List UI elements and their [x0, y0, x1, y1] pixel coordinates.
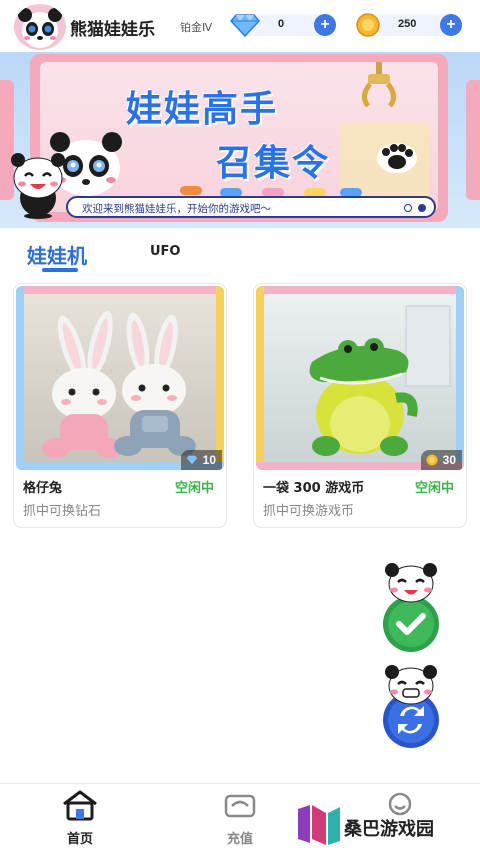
- ticker-text: 欢迎来到熊猫娃娃乐，开始你的游戏吧～: [82, 203, 271, 215]
- machine-subtitle: 抓中可换钻石: [23, 504, 102, 519]
- machine-name: 格仔兔: [23, 481, 63, 496]
- coin-balance: 250 +: [356, 13, 462, 37]
- diamond-balance: 0 +: [230, 14, 336, 37]
- price-tag: 30: [420, 450, 462, 470]
- banner-title-line1: 娃娃高手: [126, 89, 279, 130]
- panda-avatar-icon: [18, 8, 62, 48]
- avatar[interactable]: [14, 4, 66, 50]
- carousel-dot[interactable]: [404, 204, 412, 212]
- paw-icon: [377, 143, 417, 173]
- tab-doll-machine[interactable]: 娃娃机: [27, 240, 87, 269]
- coin-icon: [356, 13, 380, 37]
- checkin-float-button[interactable]: [378, 562, 444, 652]
- crocodile-plush-image: [256, 286, 464, 470]
- claw-icon: [362, 62, 396, 108]
- sangba-logo-icon: [298, 805, 340, 845]
- machine-card[interactable]: 30 一袋 300 游戏币 空闲中 抓中可换游戏币: [254, 284, 466, 527]
- panda-sticker-icon: [11, 153, 65, 219]
- panda-exchange-icon: [383, 665, 439, 748]
- machine-name: 一袋 300 游戏币: [263, 481, 365, 496]
- carousel-dot-active[interactable]: [418, 204, 426, 212]
- machine-card[interactable]: 10 格仔兔 空闲中 抓中可换钻石: [14, 284, 226, 527]
- promo-banner[interactable]: 娃娃高手 召集令 欢迎来到熊猫娃娃乐，开始你的游戏吧～: [0, 52, 480, 228]
- machine-image: 10: [16, 286, 224, 470]
- add-diamond-button[interactable]: +: [314, 14, 336, 36]
- bunny-plush-image: [16, 286, 224, 470]
- machine-status: 空闲中: [174, 481, 214, 496]
- exchange-float-button[interactable]: [378, 664, 444, 754]
- top-bar: 熊猫娃娃乐 铂金Ⅳ 0 + 250 +: [0, 0, 480, 54]
- price-value: 10: [202, 453, 216, 467]
- machine-status: 空闲中: [414, 481, 454, 496]
- banner-title-line2: 召集令: [216, 143, 331, 184]
- tab-ufo[interactable]: UFO: [150, 244, 181, 259]
- wallet-icon: [224, 794, 256, 818]
- diamond-icon: [186, 455, 197, 465]
- coin-icon: [426, 454, 438, 466]
- banner-ticker: 欢迎来到熊猫娃娃乐，开始你的游戏吧～: [66, 196, 436, 218]
- banner-next-peek: [466, 80, 480, 200]
- home-icon: [63, 790, 97, 821]
- price-tag: 10: [180, 450, 222, 470]
- panda-checkin-icon: [383, 563, 439, 652]
- diamond-icon: [230, 14, 260, 37]
- nav-home[interactable]: 首页: [50, 790, 110, 847]
- banner-image: 娃娃高手 召集令: [40, 62, 438, 212]
- rank-label: 铂金Ⅳ: [180, 21, 213, 34]
- watermark-logo: 桑巴游戏园: [296, 803, 466, 851]
- tab-underline: [42, 268, 78, 272]
- nav-recharge-label: 充值: [226, 832, 253, 847]
- add-coin-button[interactable]: +: [440, 14, 462, 36]
- nav-home-label: 首页: [66, 832, 93, 847]
- coin-count: 250: [398, 18, 417, 30]
- diamond-count: 0: [278, 18, 285, 30]
- machine-image: 30: [256, 286, 464, 470]
- nav-recharge[interactable]: 充值: [210, 790, 270, 847]
- watermark-text: 桑巴游戏园: [344, 819, 434, 840]
- machine-subtitle: 抓中可换游戏币: [263, 504, 355, 519]
- app-title: 熊猫娃娃乐: [70, 20, 155, 40]
- price-value: 30: [442, 453, 456, 467]
